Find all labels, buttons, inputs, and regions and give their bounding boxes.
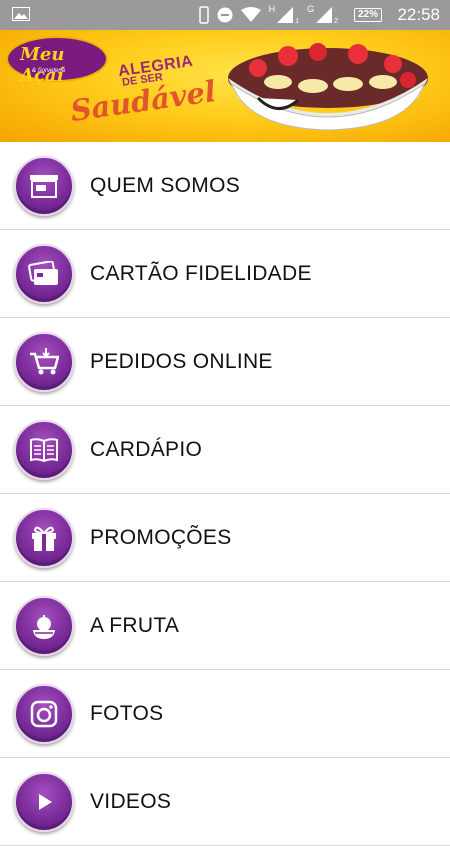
status-icons: H 1 G 2: [198, 4, 338, 25]
menu-item-label: PEDIDOS ONLINE: [90, 350, 273, 373]
menu-item-cartao-fidelidade[interactable]: CARTÃO FIDELIDADE: [0, 230, 450, 318]
status-bar: H 1 G 2 22% 22:58: [0, 0, 450, 30]
sim2-label: 2: [334, 17, 338, 25]
menu-item-a-fruta[interactable]: A FRUTA: [0, 582, 450, 670]
menu-item-cardapio[interactable]: CARDÁPIO: [0, 406, 450, 494]
phone-icon: [198, 6, 209, 24]
menu-item-fotos[interactable]: FOTOS: [0, 670, 450, 758]
network-type-h: H: [268, 4, 276, 14]
signal-icon-2: [316, 7, 333, 23]
menu-item-quem-somos[interactable]: QUEM SOMOS: [0, 142, 450, 230]
image-notification-icon: [12, 7, 30, 21]
logo-subtext: & Sorveteria: [32, 68, 66, 74]
acai-bowl-image: [228, 43, 428, 131]
credit-card-icon: [14, 244, 74, 304]
sim1-label: 1: [295, 17, 300, 25]
do-not-disturb-icon: [217, 7, 233, 23]
menu-item-label: FOTOS: [90, 702, 164, 725]
menu-item-label: A FRUTA: [90, 614, 180, 637]
battery-indicator: 22%: [354, 8, 382, 22]
shopping-cart-icon: [14, 332, 74, 392]
menu-item-videos[interactable]: VIDEOS: [0, 758, 450, 846]
gift-icon: [14, 508, 74, 568]
logo-text: Meu Açaí: [20, 44, 65, 86]
menu-item-label: VIDEOS: [90, 790, 172, 813]
fruit-bowl-icon: [14, 596, 74, 656]
menu-item-promocoes[interactable]: PROMOÇÕES: [0, 494, 450, 582]
network-type-g: G: [307, 4, 315, 14]
menu-book-icon: [14, 420, 74, 480]
header-banner: Meu Açaí & Sorveteria ALEGRIA DE SER Sau…: [0, 30, 450, 142]
store-icon: [14, 156, 74, 216]
menu-item-label: PROMOÇÕES: [90, 526, 232, 549]
main-menu: QUEM SOMOS CARTÃO FIDELIDADE PEDIDOS ONL…: [0, 142, 450, 846]
menu-item-pedidos-online[interactable]: PEDIDOS ONLINE: [0, 318, 450, 406]
video-icon: [14, 772, 74, 832]
wifi-icon: [240, 7, 261, 22]
menu-item-label: QUEM SOMOS: [90, 174, 241, 197]
camera-icon: [14, 684, 74, 744]
menu-item-label: CARTÃO FIDELIDADE: [90, 262, 312, 285]
clock: 22:58: [397, 5, 440, 24]
menu-item-label: CARDÁPIO: [90, 438, 203, 461]
brand-logo: Meu Açaí & Sorveteria: [6, 36, 108, 86]
signal-icon-1: [277, 7, 294, 23]
